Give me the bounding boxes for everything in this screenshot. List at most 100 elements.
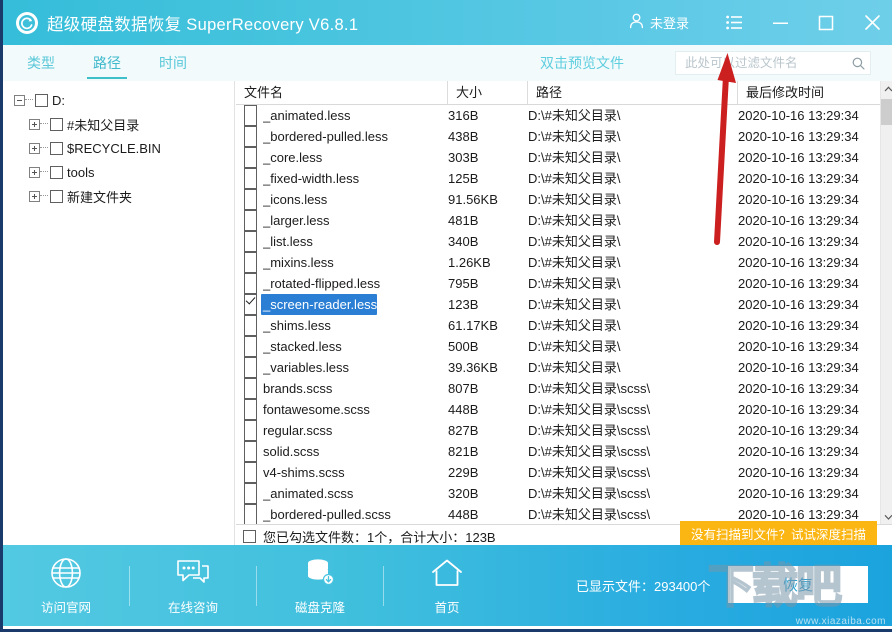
file-path-cell: D:\#未知父目录\scss\ [528, 402, 651, 417]
tree-item[interactable]: 新建文件夹 [6, 184, 234, 208]
table-row[interactable]: v4-shims.scss 229B D:\#未知父目录\scss\ 2020-10-… [236, 462, 880, 483]
file-row-checkbox[interactable] [244, 504, 257, 525]
file-size-cell: 795B [448, 276, 479, 291]
file-name-cell: _bordered-pulled.scss [263, 507, 391, 522]
tree-item[interactable]: #未知父目录 [6, 112, 234, 136]
table-row[interactable]: _icons.less 91.56KB D:\#未知父目录\ 2020-10-16 1… [236, 189, 880, 210]
file-name-cell: _icons.less [263, 192, 328, 207]
file-modified-cell: 2020-10-16 13:29:34 [738, 486, 859, 501]
tab-time[interactable]: 时间 [145, 45, 201, 81]
search-input[interactable] [683, 55, 847, 71]
tree-item[interactable]: tools [6, 160, 234, 184]
file-row-checkbox[interactable] [244, 336, 257, 357]
directory-tree-pane[interactable]: D: #未知父目录 $RECYCLE.BIN tools 新建文件夹 [6, 81, 235, 548]
tree-item[interactable]: $RECYCLE.BIN [6, 136, 234, 160]
table-row[interactable]: brands.scss 807B D:\#未知父目录\scss\ 2020-10-16… [236, 378, 880, 399]
minimize-button[interactable] [757, 0, 803, 45]
deep-scan-button[interactable]: 没有扫描到文件？试试深度扫描 [679, 521, 877, 545]
menu-button[interactable] [711, 0, 757, 45]
login-status-button[interactable]: 未登录 [629, 13, 689, 32]
table-row[interactable]: _variables.less 39.36KB D:\#未知父目录\ 2020-10-… [236, 357, 880, 378]
tab-path[interactable]: 路径 [79, 45, 135, 81]
table-row[interactable]: fontawesome.scss 448B D:\#未知父目录\scss\ 2020-… [236, 399, 880, 420]
column-header-path[interactable]: 路径 [528, 81, 738, 104]
tree-item-checkbox[interactable] [35, 93, 48, 107]
table-row[interactable]: _rotated-flipped.less 795B D:\#未知父目录\ 2020-… [236, 273, 880, 294]
table-row[interactable]: _animated.scss 320B D:\#未知父目录\scss\ 2020-10… [236, 483, 880, 504]
tree-item-checkbox[interactable] [50, 117, 63, 131]
file-size-cell: 123B [448, 297, 479, 312]
table-row[interactable]: _shims.less 61.17KB D:\#未知父目录\ 2020-10-16 1… [236, 315, 880, 336]
tab-type[interactable]: 类型 [13, 45, 69, 81]
search-icon[interactable] [846, 57, 870, 70]
expand-plus-icon[interactable] [29, 118, 40, 130]
file-path-cell: D:\#未知父目录\ [528, 213, 621, 228]
table-row[interactable]: solid.scss 821B D:\#未知父目录\scss\ 2020-10-16 … [236, 441, 880, 462]
column-header-filename[interactable]: 文件名 [236, 81, 448, 104]
file-row-checkbox[interactable] [244, 189, 257, 210]
chevron-up-icon[interactable] [881, 81, 892, 97]
table-row[interactable]: _screen-reader.less 123B D:\#未知父目录\ 2020-10… [236, 294, 880, 315]
bottom-item-official-site[interactable]: 访问官网 [3, 556, 129, 616]
tree-item-checkbox[interactable] [50, 141, 63, 155]
file-row-checkbox[interactable] [244, 483, 257, 504]
expand-plus-icon[interactable] [29, 142, 40, 154]
file-row-checkbox[interactable] [244, 252, 257, 273]
file-row-checkbox[interactable] [244, 168, 257, 189]
title-bar: 超级硬盘数据恢复 SuperRecovery V6.8.1 未登录 [3, 0, 892, 45]
close-icon [864, 14, 881, 31]
table-row[interactable]: _core.less 303B D:\#未知父目录\ 2020-10-16 13:29… [236, 147, 880, 168]
tree-item[interactable]: D: [6, 88, 234, 112]
file-row-checkbox[interactable] [244, 231, 257, 252]
table-row[interactable]: _stacked.less 500B D:\#未知父目录\ 2020-10-16 13… [236, 336, 880, 357]
bottom-item-home[interactable]: 首页 [384, 556, 510, 616]
filename-filter-box[interactable] [675, 51, 871, 75]
scrollbar-thumb[interactable] [881, 99, 892, 125]
file-row-checkbox[interactable] [244, 147, 257, 168]
close-button[interactable] [849, 0, 892, 45]
select-all-checkbox[interactable] [243, 530, 256, 543]
bottom-item-disk-clone[interactable]: 磁盘克隆 [257, 556, 383, 616]
table-row[interactable]: _larger.less 481B D:\#未知父目录\ 2020-10-16 13:… [236, 210, 880, 231]
file-row-checkbox[interactable] [244, 357, 257, 378]
table-row[interactable]: _fixed-width.less 125B D:\#未知父目录\ 2020-10-1… [236, 168, 880, 189]
expand-plus-icon[interactable] [29, 166, 40, 178]
file-path-cell: D:\#未知父目录\ [528, 192, 621, 207]
file-row-checkbox[interactable] [244, 399, 257, 420]
file-row-checkbox[interactable] [244, 105, 257, 126]
file-path-cell: D:\#未知父目录\ [528, 129, 621, 144]
table-row[interactable]: _animated.less 316B D:\#未知父目录\ 2020-10-16 1… [236, 105, 880, 126]
file-row-checkbox[interactable] [244, 378, 257, 399]
chat-icon [176, 556, 210, 590]
bottom-item-online-consult[interactable]: 在线咨询 [130, 556, 256, 616]
file-row-checkbox[interactable] [244, 273, 257, 294]
file-path-cell: D:\#未知父目录\ [528, 171, 621, 186]
file-row-checkbox[interactable] [244, 126, 257, 147]
maximize-button[interactable] [803, 0, 849, 45]
collapse-minus-icon[interactable] [14, 94, 25, 106]
table-row[interactable]: _mixins.less 1.26KB D:\#未知父目录\ 2020-10-16 1… [236, 252, 880, 273]
file-row-checkbox[interactable] [244, 294, 257, 315]
tree-item-checkbox[interactable] [50, 165, 63, 179]
file-size-cell: 448B [448, 402, 479, 417]
tree-item-label: tools [67, 164, 95, 180]
expand-plus-icon[interactable] [29, 190, 40, 202]
file-modified-cell: 2020-10-16 13:29:34 [738, 423, 859, 438]
file-row-checkbox[interactable] [244, 441, 257, 462]
file-row-checkbox[interactable] [244, 462, 257, 483]
table-row[interactable]: regular.scss 827B D:\#未知父目录\scss\ 2020-10-1… [236, 420, 880, 441]
column-header-modified[interactable]: 最后修改时间 [738, 81, 880, 104]
file-row-checkbox[interactable] [244, 210, 257, 231]
file-list-scrollbar[interactable] [880, 81, 892, 525]
file-name-cell: _stacked.less [263, 339, 342, 354]
column-header-size[interactable]: 大小 [448, 81, 528, 104]
table-row[interactable]: _bordered-pulled.less 438B D:\#未知父目录\ 2020-… [236, 126, 880, 147]
maximize-icon [818, 15, 834, 31]
tree-item-checkbox[interactable] [50, 189, 63, 203]
file-row-checkbox[interactable] [244, 420, 257, 441]
table-row[interactable]: _list.less 340B D:\#未知父目录\ 2020-10-16 13:29… [236, 231, 880, 252]
recover-button[interactable]: 恢复 [728, 566, 868, 603]
file-row-checkbox[interactable] [244, 315, 257, 336]
chevron-down-icon[interactable] [881, 509, 892, 525]
file-modified-cell: 2020-10-16 13:29:34 [738, 360, 859, 375]
